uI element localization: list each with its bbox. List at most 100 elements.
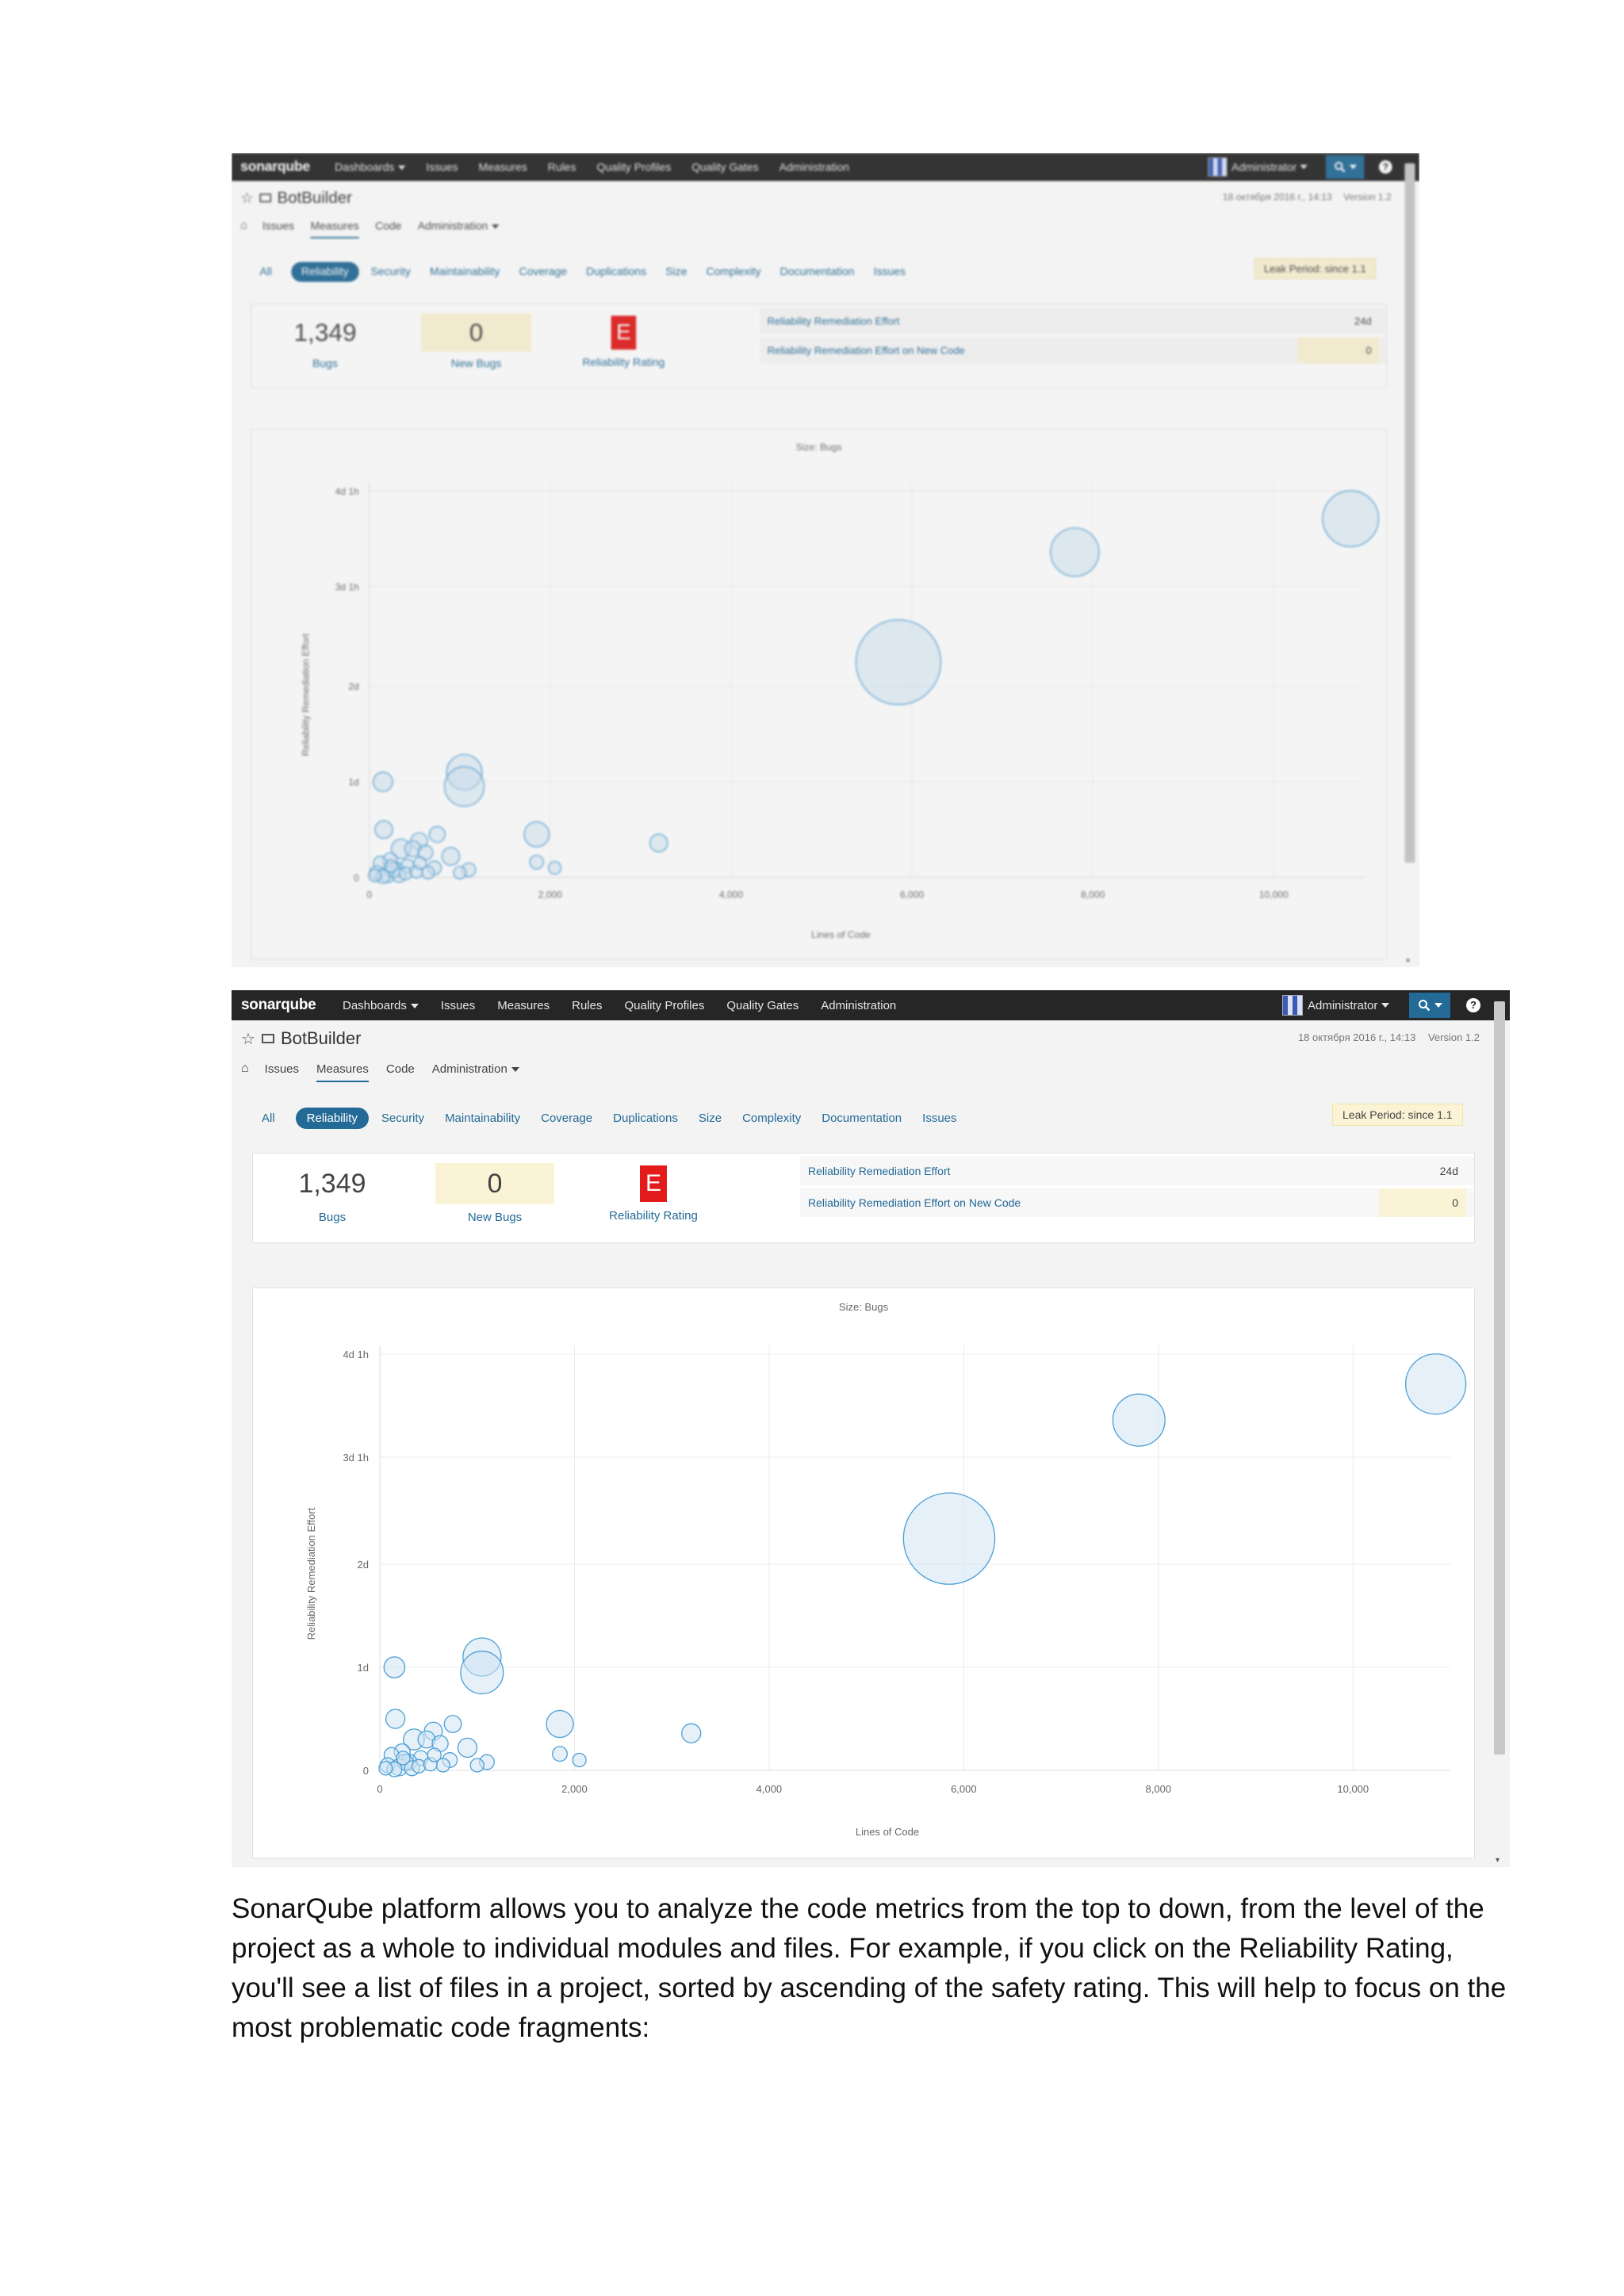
domain-reliability[interactable]: Reliability — [290, 262, 359, 282]
nav-quality-profiles[interactable]: Quality Profiles — [624, 999, 704, 1012]
bugs-metric[interactable]: 1,349 Bugs — [285, 1163, 380, 1224]
caret-down-icon — [1300, 164, 1308, 170]
bubble-point — [411, 1758, 427, 1774]
nav-dashboards[interactable]: Dashboards — [335, 161, 406, 174]
bubble-point — [383, 1656, 406, 1678]
new-bugs-metric[interactable]: 0 New Bugs — [435, 1163, 554, 1224]
help-button[interactable]: ? — [1369, 155, 1402, 179]
domain-coverage[interactable]: Coverage — [541, 1112, 592, 1125]
bugs-label[interactable]: Bugs — [285, 1211, 380, 1224]
bubble-point — [552, 1746, 569, 1762]
project-subnav: ⌂ Issues Measures Code Administration — [241, 1062, 537, 1082]
sonarqube-logo[interactable]: sonarqube — [240, 159, 310, 174]
search-button[interactable] — [1409, 993, 1450, 1018]
user-menu[interactable]: Administrator — [1282, 990, 1390, 1020]
remediation-effort-label[interactable]: Reliability Remediation Effort — [768, 315, 900, 327]
domain-duplications[interactable]: Duplications — [613, 1112, 678, 1125]
nav-quality-profiles[interactable]: Quality Profiles — [596, 161, 671, 174]
help-button[interactable]: ? — [1456, 993, 1491, 1018]
bubble-point — [523, 821, 550, 848]
bubble-point — [469, 1758, 485, 1773]
subnav-code[interactable]: Code — [386, 1062, 415, 1076]
nav-rules[interactable]: Rules — [548, 161, 576, 174]
analysis-meta: 18 октября 2016 г., 14:13 Version 1.2 — [1214, 191, 1392, 202]
vertical-scrollbar[interactable] — [1404, 163, 1415, 863]
y-tick-label: 2d — [348, 681, 358, 692]
nav-administration[interactable]: Administration — [779, 161, 849, 174]
scroll-down-icon[interactable]: ▾ — [1406, 957, 1410, 965]
domain-size[interactable]: Size — [699, 1112, 722, 1125]
subnav-issues[interactable]: Issues — [265, 1062, 299, 1076]
nav-measures[interactable]: Measures — [479, 161, 527, 174]
user-menu[interactable]: Administrator — [1208, 153, 1308, 181]
home-icon[interactable]: ⌂ — [241, 1062, 249, 1076]
bugs-label[interactable]: Bugs — [281, 358, 370, 370]
bubble-point — [681, 1723, 702, 1743]
project-name[interactable]: BotBuilder — [281, 1028, 362, 1049]
remediation-effort-value: 24d — [1439, 1165, 1458, 1177]
domain-documentation[interactable]: Documentation — [822, 1112, 902, 1125]
subnav-measures[interactable]: Measures — [310, 220, 359, 239]
scroll-down-icon[interactable]: ▾ — [1496, 1856, 1500, 1865]
caret-down-icon — [397, 165, 406, 170]
domain-coverage[interactable]: Coverage — [519, 266, 567, 278]
domain-all[interactable]: All — [259, 266, 271, 278]
bubble-point — [546, 1709, 574, 1739]
nav-quality-gates[interactable]: Quality Gates — [726, 999, 799, 1012]
sonarqube-logo[interactable]: sonarqube — [241, 997, 316, 1014]
subnav-issues[interactable]: Issues — [262, 220, 294, 232]
bugs-metric[interactable]: 1,349 Bugs — [281, 313, 370, 370]
domain-complexity[interactable]: Complexity — [742, 1112, 801, 1125]
rating-label[interactable]: Reliability Rating — [594, 1209, 713, 1223]
x-axis-title: Lines of Code — [811, 929, 871, 940]
screenshot-content: sonarqube Dashboards Issues Measures Rul… — [232, 990, 1510, 1867]
domain-issues[interactable]: Issues — [922, 1112, 956, 1125]
nav-quality-gates[interactable]: Quality Gates — [691, 161, 758, 174]
nav-rules[interactable]: Rules — [572, 999, 602, 1012]
reliability-rating-metric[interactable]: E Reliability Rating — [594, 1163, 713, 1223]
home-icon[interactable]: ⌂ — [240, 220, 247, 233]
domain-duplications[interactable]: Duplications — [586, 266, 646, 278]
bubble-point — [428, 825, 446, 844]
nav-issues[interactable]: Issues — [426, 161, 458, 174]
new-code-effort-label[interactable]: Reliability Remediation Effort on New Co… — [808, 1196, 1021, 1209]
favorite-star-icon[interactable]: ☆ — [240, 189, 254, 207]
new-bugs-metric[interactable]: 0 New Bugs — [420, 313, 532, 370]
vertical-scrollbar[interactable] — [1494, 1001, 1505, 1755]
domain-security[interactable]: Security — [381, 1112, 424, 1125]
reliability-rating-metric[interactable]: E Reliability Rating — [569, 313, 679, 369]
domain-complexity[interactable]: Complexity — [707, 266, 761, 278]
new-code-effort-row[interactable]: Reliability Remediation Effort on New Co… — [800, 1188, 1474, 1217]
domain-maintainability[interactable]: Maintainability — [445, 1112, 520, 1125]
favorite-star-icon[interactable]: ☆ — [241, 1029, 255, 1049]
subnav-code[interactable]: Code — [375, 220, 401, 232]
nav-administration[interactable]: Administration — [821, 999, 896, 1012]
search-button[interactable] — [1326, 155, 1365, 179]
domain-issues[interactable]: Issues — [874, 266, 906, 278]
domain-reliability[interactable]: Reliability — [295, 1108, 369, 1129]
subnav-measures[interactable]: Measures — [316, 1062, 369, 1082]
new-code-effort-row[interactable]: Reliability Remediation Effort on New Co… — [760, 337, 1387, 364]
rating-label[interactable]: Reliability Rating — [569, 356, 679, 369]
x-tick-label: 10,000 — [1337, 1783, 1369, 1795]
subnav-administration[interactable]: Administration — [418, 220, 500, 232]
domain-documentation[interactable]: Documentation — [780, 266, 855, 278]
nav-issues[interactable]: Issues — [441, 999, 475, 1012]
new-bugs-label[interactable]: New Bugs — [435, 1211, 554, 1224]
domain-maintainability[interactable]: Maintainability — [430, 266, 500, 278]
nav-measures[interactable]: Measures — [497, 999, 550, 1012]
remediation-effort-row[interactable]: Reliability Remediation Effort 24d — [800, 1157, 1474, 1185]
bubble-point — [457, 1737, 478, 1758]
domain-security[interactable]: Security — [371, 266, 411, 278]
nav-dashboards[interactable]: Dashboards — [343, 999, 419, 1012]
remediation-effort-row[interactable]: Reliability Remediation Effort 24d — [760, 308, 1387, 335]
new-code-effort-label[interactable]: Reliability Remediation Effort on New Co… — [768, 344, 965, 356]
new-bugs-label[interactable]: New Bugs — [421, 358, 531, 370]
subnav-administration[interactable]: Administration — [432, 1062, 519, 1076]
domain-size[interactable]: Size — [665, 266, 687, 278]
domain-all[interactable]: All — [262, 1112, 275, 1125]
remediation-effort-label[interactable]: Reliability Remediation Effort — [808, 1165, 951, 1177]
project-name[interactable]: BotBuilder — [278, 189, 352, 208]
project-header: ☆ BotBuilder — [240, 189, 352, 208]
leak-period-badge: Leak Period: since 1.1 — [1254, 258, 1376, 279]
